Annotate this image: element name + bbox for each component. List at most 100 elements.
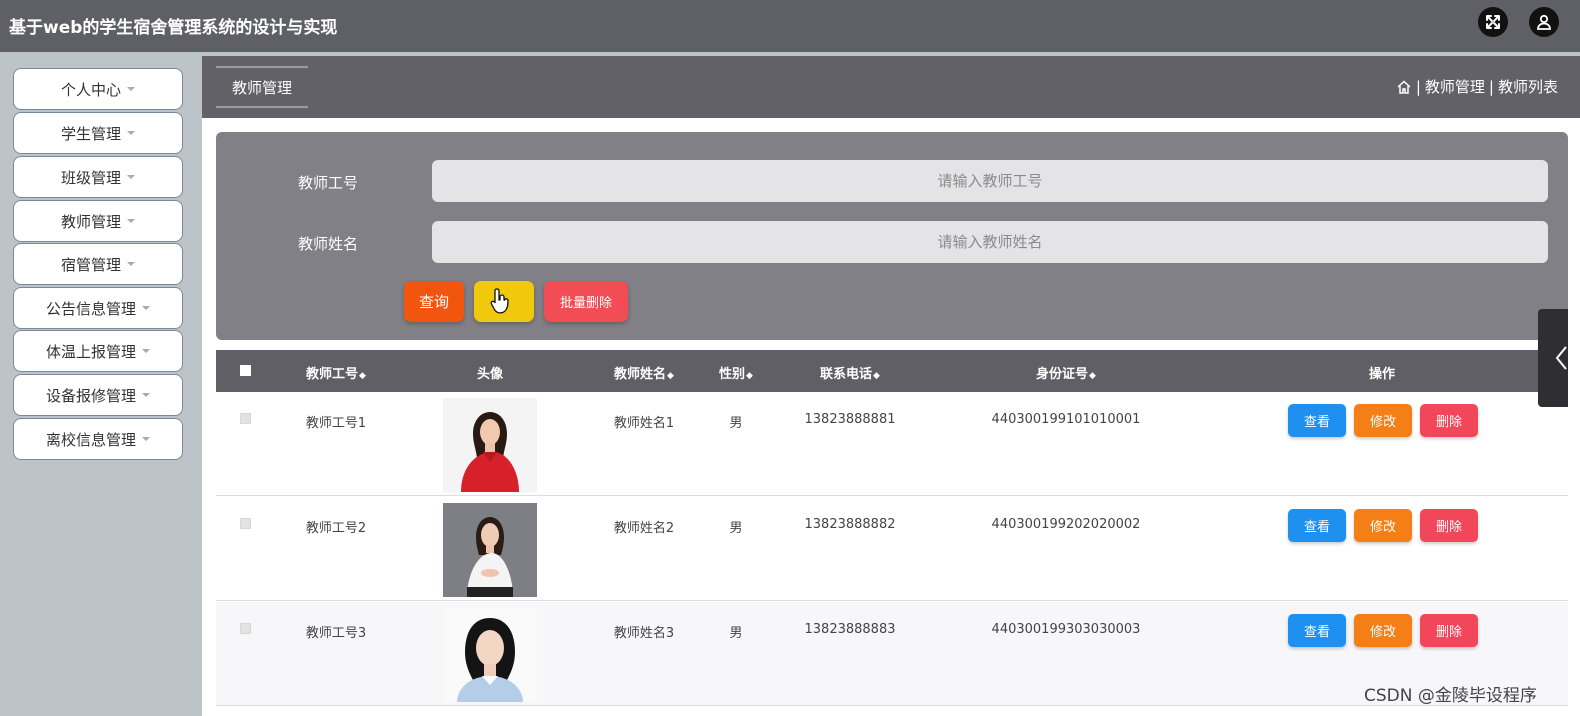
breadcrumb-teacher-management[interactable]: 教师管理 [1425, 76, 1485, 97]
breadcrumb-teacher-list: 教师列表 [1497, 78, 1558, 96]
table-row: 教师工号2 教师姓名2 男 13823888882 44030019920202… [216, 497, 1568, 601]
sidebar-item-teachers[interactable]: 教师管理 [13, 200, 183, 242]
sidebar-item-label: 离校信息管理 [45, 430, 136, 449]
cell-gender: 男 [729, 626, 743, 641]
caret-down-icon [142, 393, 150, 397]
cell-phone: 13823888882 [804, 517, 896, 532]
sidebar-item-personal-center[interactable]: 个人中心 [13, 68, 183, 110]
add-button[interactable] [474, 281, 534, 322]
column-header-label: 教师姓名 [614, 367, 667, 382]
search-panel: 教师工号 教师姓名 查询 批量删除 [216, 132, 1568, 340]
caret-down-icon [127, 131, 135, 135]
sidebar-item-classes[interactable]: 班级管理 [13, 156, 183, 198]
column-header-label: 性别 [719, 367, 746, 382]
column-header-phone[interactable]: 联系电话◆ [820, 363, 880, 382]
cell-teacher-name: 教师姓名1 [613, 416, 675, 431]
collapse-panel-tab[interactable] [1538, 309, 1568, 407]
column-header-label: 教师工号 [306, 367, 359, 382]
sidebar-item-label: 宿管管理 [60, 255, 121, 274]
view-button[interactable]: 查看 [1288, 614, 1346, 647]
sidebar-item-equipment-repair[interactable]: 设备报修管理 [13, 374, 183, 416]
teacher-avatar [443, 398, 537, 492]
caret-down-icon [127, 87, 135, 91]
delete-button[interactable]: 删除 [1420, 509, 1478, 542]
row-checkbox[interactable] [240, 518, 251, 529]
teacher-avatar [443, 503, 537, 597]
breadcrumb-separator: | [1415, 77, 1421, 96]
delete-button[interactable]: 删除 [1420, 614, 1478, 647]
top-header: 基于web的学生宿舍管理系统的设计与实现 [0, 0, 1580, 52]
view-button[interactable]: 查看 [1288, 509, 1346, 542]
teacher-name-input[interactable] [432, 221, 1548, 263]
sidebar-item-students[interactable]: 学生管理 [13, 112, 183, 154]
cell-teacher-name: 教师姓名2 [613, 521, 675, 536]
page-header: 教师管理 | 教师管理 | 教师列表 [202, 56, 1580, 118]
home-icon[interactable] [1396, 79, 1412, 95]
column-header-teacher-name[interactable]: 教师姓名◆ [614, 363, 674, 382]
sort-icon: ◆ [1089, 371, 1096, 381]
column-header-label: 身份证号 [1036, 367, 1089, 382]
column-header-teacher-id[interactable]: 教师工号◆ [306, 363, 366, 382]
caret-down-icon [127, 219, 135, 223]
sidebar-item-leave-school[interactable]: 离校信息管理 [13, 418, 183, 460]
sort-icon: ◆ [873, 371, 880, 381]
fullscreen-icon[interactable] [1478, 7, 1508, 37]
column-header-label: 头像 [476, 367, 504, 382]
user-icon[interactable] [1529, 7, 1559, 37]
column-header-actions: 操作 [1369, 363, 1395, 382]
sort-icon: ◆ [667, 371, 674, 381]
cell-gender: 男 [729, 521, 743, 536]
cell-id-card: 440300199202020002 [991, 517, 1141, 532]
sidebar-item-label: 设备报修管理 [45, 386, 136, 405]
caret-down-icon [127, 262, 135, 266]
sidebar: 个人中心 学生管理 班级管理 教师管理 宿管管理 公告信息管理 体温上报管理 设… [0, 56, 202, 716]
caret-down-icon [127, 175, 135, 179]
cell-teacher-name: 教师姓名3 [613, 626, 675, 641]
caret-down-icon [142, 437, 150, 441]
cell-phone: 13823888883 [804, 622, 896, 637]
sidebar-item-label: 公告信息管理 [45, 299, 136, 318]
sidebar-item-temperature-report[interactable]: 体温上报管理 [13, 330, 183, 372]
edit-button[interactable]: 修改 [1354, 404, 1412, 437]
cell-id-card: 440300199101010001 [991, 412, 1141, 427]
teacher-id-label: 教师工号 [298, 174, 359, 192]
sidebar-item-label: 教师管理 [60, 212, 121, 231]
view-button[interactable]: 查看 [1288, 404, 1346, 437]
teacher-id-input[interactable] [432, 160, 1548, 202]
sort-icon: ◆ [746, 371, 753, 381]
cell-phone: 13823888881 [804, 412, 896, 427]
cell-teacher-id: 教师工号3 [305, 626, 367, 641]
table-header: 教师工号◆ 头像 教师姓名◆ 性别◆ 联系电话◆ 身份证号◆ 操作 [216, 350, 1568, 392]
cell-gender: 男 [729, 416, 743, 431]
sidebar-item-label: 体温上报管理 [45, 342, 136, 361]
breadcrumb: | 教师管理 | 教师列表 [1396, 76, 1558, 97]
chevron-left-icon [1555, 346, 1567, 370]
teacher-table: 教师工号◆ 头像 教师姓名◆ 性别◆ 联系电话◆ 身份证号◆ 操作 教师工号1 … [216, 350, 1568, 716]
table-row: 教师工号1 教师姓名1 男 13823888881 44030019910101… [216, 392, 1568, 496]
caret-down-icon [142, 349, 150, 353]
sidebar-item-dorm-managers[interactable]: 宿管管理 [13, 243, 183, 285]
sidebar-item-label: 班级管理 [60, 168, 121, 187]
sidebar-item-label: 学生管理 [60, 124, 121, 143]
cell-teacher-id: 教师工号2 [305, 521, 367, 536]
sidebar-item-announcements[interactable]: 公告信息管理 [13, 287, 183, 329]
tab-teacher-management[interactable]: 教师管理 [216, 66, 308, 108]
column-header-gender[interactable]: 性别◆ [719, 363, 753, 382]
delete-button[interactable]: 删除 [1420, 404, 1478, 437]
edit-button[interactable]: 修改 [1354, 509, 1412, 542]
batch-delete-button[interactable]: 批量删除 [544, 281, 628, 322]
cell-id-card: 440300199303030003 [991, 622, 1141, 637]
breadcrumb-separator: | [1488, 77, 1494, 96]
column-header-label: 操作 [1368, 367, 1396, 382]
select-all-checkbox[interactable] [240, 365, 251, 376]
row-checkbox[interactable] [240, 623, 251, 634]
main-content: 教师管理 | 教师管理 | 教师列表 教师工号 教师姓名 查询 批量删除 教师工… [202, 56, 1580, 716]
query-button[interactable]: 查询 [404, 281, 464, 322]
row-checkbox[interactable] [240, 413, 251, 424]
edit-button[interactable]: 修改 [1354, 614, 1412, 647]
watermark: CSDN @金陵毕设程序 [1364, 686, 1537, 706]
teacher-name-label: 教师姓名 [298, 235, 359, 253]
column-header-avatar: 头像 [477, 363, 503, 382]
column-header-id-card[interactable]: 身份证号◆ [1036, 363, 1096, 382]
sort-icon: ◆ [359, 371, 366, 381]
